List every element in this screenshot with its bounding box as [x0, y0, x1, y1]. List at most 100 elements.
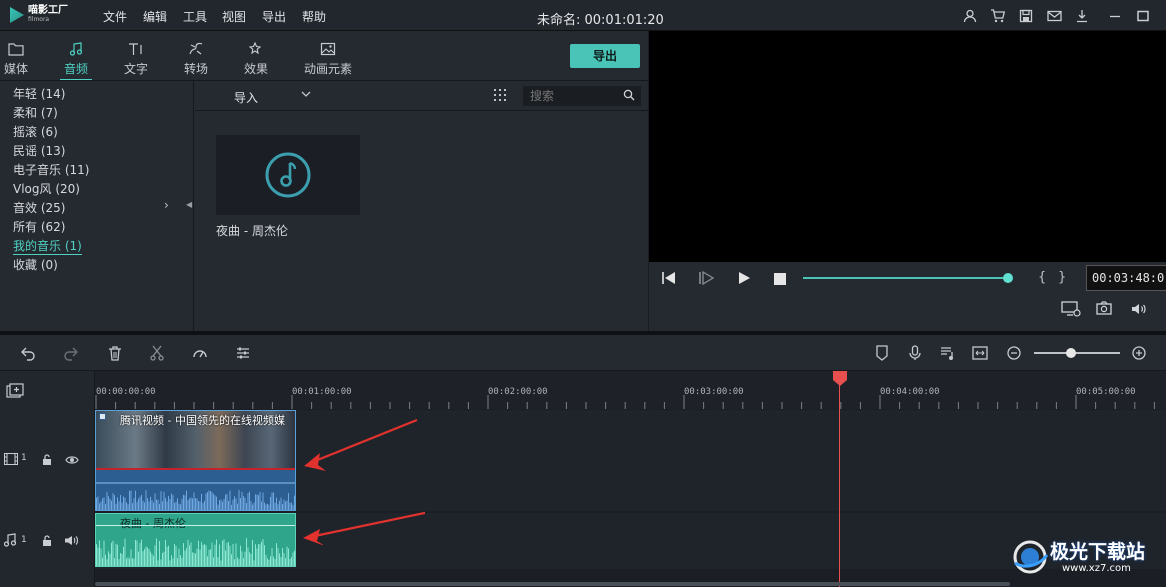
video-clip[interactable]: 腾讯视频 - 中国领先的在线视频媒 [95, 410, 296, 511]
category-item[interactable]: 收藏 (0) [13, 256, 58, 273]
waveform-bar [252, 539, 253, 566]
speed-icon[interactable] [192, 345, 208, 361]
volume-icon[interactable] [1131, 302, 1147, 319]
tab-transition[interactable]: 转场 [171, 42, 221, 77]
next-frame-icon[interactable] [698, 270, 715, 288]
collapse-arrow-icon[interactable]: ◀ [186, 200, 192, 209]
add-track-icon[interactable] [6, 383, 24, 402]
save-icon[interactable] [1019, 9, 1033, 23]
waveform-bar [231, 554, 232, 566]
tab-media[interactable]: 媒体 [0, 42, 41, 77]
adjust-icon[interactable] [235, 345, 251, 361]
waveform-bar [277, 504, 279, 510]
display-settings-icon[interactable] [1061, 301, 1081, 320]
waveform-bar [117, 544, 118, 566]
search-icon[interactable] [623, 89, 635, 104]
waveform-bar [196, 548, 198, 566]
waveform-bar [294, 495, 295, 510]
microphone-icon[interactable] [907, 345, 923, 361]
chevron-down-icon[interactable] [300, 88, 312, 103]
waveform-bar [120, 494, 121, 510]
waveform-bar [274, 502, 276, 510]
minimize-icon[interactable] [1108, 9, 1122, 23]
waveform-bar [223, 499, 225, 510]
timeline-scrollbar[interactable] [95, 582, 1010, 586]
waveform-bar [226, 493, 228, 510]
menu-help[interactable]: 帮助 [302, 8, 326, 25]
delete-icon[interactable] [107, 345, 123, 361]
waveform-bar [219, 544, 220, 566]
waveform-bar [135, 539, 136, 566]
waveform-bar [258, 544, 259, 566]
mark-in-icon[interactable]: { [1038, 270, 1046, 285]
category-item[interactable]: 年轻 (14) [13, 85, 65, 102]
eye-icon[interactable] [65, 454, 79, 468]
search-box[interactable] [523, 86, 641, 106]
cart-icon[interactable] [990, 9, 1006, 23]
waveform-bar [103, 540, 105, 566]
media-item-thumbnail[interactable] [216, 135, 360, 215]
zoom-slider-handle[interactable] [1066, 348, 1076, 358]
marker-icon[interactable] [874, 345, 890, 361]
category-item[interactable]: 音效 (25) [13, 199, 65, 216]
chevron-right-icon[interactable]: › [164, 198, 169, 212]
user-icon[interactable] [963, 9, 977, 23]
audio-mixer-icon[interactable] [940, 345, 956, 361]
export-button[interactable]: 导出 [570, 44, 640, 68]
waveform-bar [214, 544, 216, 566]
tab-elements[interactable]: 动画元素 [303, 42, 353, 77]
stop-icon[interactable] [774, 273, 786, 288]
fit-timeline-icon[interactable] [972, 345, 988, 361]
category-item-my-music[interactable]: 我的音乐 (1) [13, 237, 82, 255]
audio-clip[interactable]: 夜曲 - 周杰伦 [95, 513, 296, 567]
play-icon[interactable] [737, 271, 751, 288]
category-item[interactable]: 柔和 (7) [13, 104, 58, 121]
import-dropdown[interactable]: 导入 [234, 89, 258, 106]
maximize-icon[interactable] [1136, 9, 1150, 23]
waveform-bar [111, 542, 112, 566]
progress-handle[interactable] [1003, 273, 1013, 283]
download-icon[interactable] [1075, 9, 1089, 23]
waveform-bar [175, 501, 177, 510]
category-item[interactable]: Vlog风 (20) [13, 180, 80, 197]
category-item[interactable]: 摇滚 (6) [13, 123, 58, 140]
lock-icon[interactable] [42, 535, 52, 549]
lock-icon[interactable] [42, 454, 52, 468]
mark-out-icon[interactable]: } [1058, 270, 1066, 285]
search-input[interactable] [530, 89, 620, 103]
tab-label: 转场 [183, 62, 208, 76]
waveform-bar [222, 540, 223, 566]
waveform-bar [210, 549, 211, 566]
category-item[interactable]: 电子音乐 (11) [13, 161, 89, 178]
zoom-out-icon[interactable] [1006, 345, 1022, 361]
tab-audio[interactable]: 音频 [51, 42, 101, 77]
prev-frame-icon[interactable] [661, 271, 677, 288]
snapshot-icon[interactable] [1096, 301, 1112, 318]
undo-icon[interactable] [20, 345, 36, 361]
waveform-bar [124, 538, 126, 566]
category-item[interactable]: 所有 (62) [13, 218, 65, 235]
menu-tools[interactable]: 工具 [183, 8, 207, 25]
menu-file[interactable]: 文件 [103, 8, 127, 25]
tab-text[interactable]: 文字 [111, 42, 161, 77]
playback-progress[interactable] [803, 277, 1008, 279]
category-item[interactable]: 民谣 (13) [13, 142, 65, 159]
cut-icon[interactable] [149, 345, 165, 361]
waveform-bar [217, 557, 219, 566]
waveform-bar [208, 549, 210, 566]
speaker-icon[interactable] [64, 535, 79, 549]
timeline-ruler[interactable] [95, 371, 1166, 409]
grid-view-icon[interactable] [494, 89, 508, 101]
mail-icon[interactable] [1047, 9, 1062, 23]
menu-export[interactable]: 导出 [262, 8, 286, 25]
waveform-bar [114, 495, 115, 510]
tab-effects[interactable]: 效果 [231, 41, 281, 77]
zoom-slider[interactable] [1034, 352, 1120, 354]
tab-label: 文字 [123, 62, 148, 76]
playhead[interactable] [839, 384, 840, 587]
menu-edit[interactable]: 编辑 [143, 8, 167, 25]
redo-icon[interactable] [63, 345, 79, 361]
waveform-bar [294, 550, 295, 566]
zoom-in-icon[interactable] [1131, 345, 1147, 361]
menu-view[interactable]: 视图 [222, 8, 246, 25]
